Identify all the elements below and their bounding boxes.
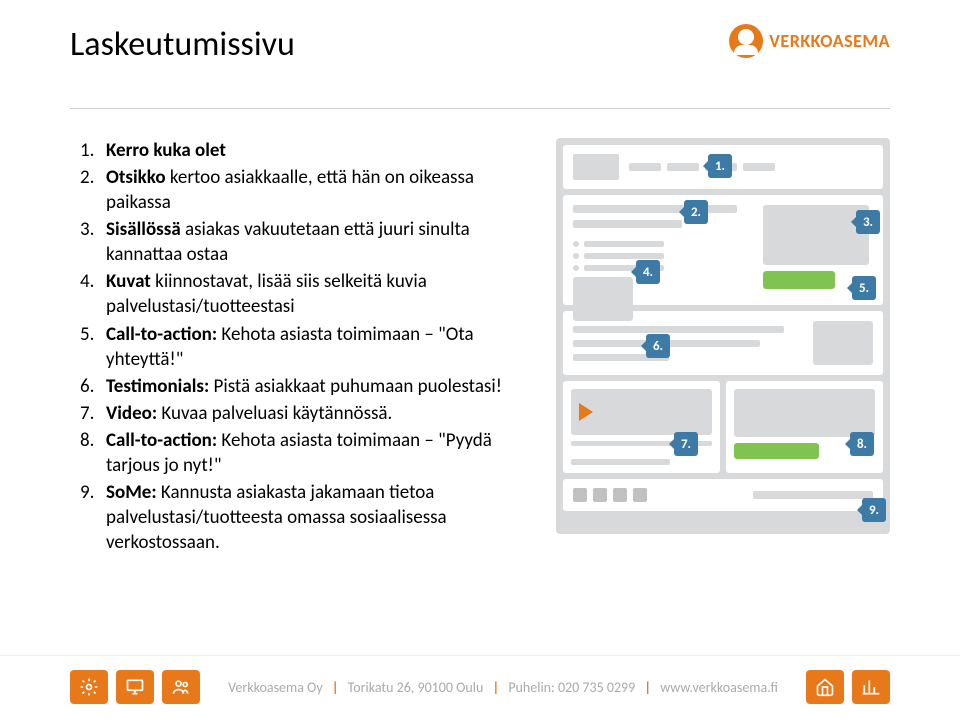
logo-icon [729,24,763,58]
list-item-text: kiinnostavat, lisää siis selkeitä kuvia … [106,270,427,318]
footer-phone-label: Puhelin: [508,679,554,696]
list-item-bold: Call-to-action: [106,323,217,346]
list-item-bold: Sisällössä [106,218,181,241]
list-item-bold: SoMe: [106,481,157,504]
list-item: Video: Kuvaa palveluasi käytännössä. [70,401,516,426]
list-item-bold: Kerro kuka olet [106,139,226,162]
footer-phone: 020 735 0299 [558,679,635,696]
wf-badge-9: 9. [862,498,886,522]
slide-footer: Verkkoasema Oy | Torikatu 26, 90100 Oulu… [0,655,960,720]
footer-company: Verkkoasema Oy [228,679,323,696]
list-item-bold: Kuvat [106,270,151,293]
list-item-bold: Testimonials: [106,375,209,398]
numbered-list: Kerro kuka olet Otsikko kertoo asiakkaall… [70,138,516,557]
list-item: Call-to-action: Kehota asiasta toimimaan… [70,428,516,478]
page-title: Laskeutumissivu [70,24,295,65]
wf-badge-5: 5. [852,276,876,300]
list-item: Otsikko kertoo asiakkaalle, että hän on … [70,165,516,215]
list-item: Kerro kuka olet [70,138,516,163]
footer-address: Torikatu 26, 90100 Oulu [348,679,484,696]
list-item: Call-to-action: Kehota asiasta toimimaan… [70,322,516,372]
list-item-text: Kannusta asiakasta jakamaan tietoa palve… [106,481,447,554]
list-item-text: Pistä asiakkaat puhumaan puolestasi! [209,375,502,398]
list-item-bold: Call-to-action: [106,429,217,452]
wf-badge-1: 1. [708,154,732,178]
list-item: Testimonials: Pistä asiakkaat puhumaan p… [70,374,516,399]
chart-icon [852,670,890,704]
list-item-bold: Video: [106,402,157,425]
screen-icon [116,670,154,704]
home-icon [806,670,844,704]
wf-badge-3: 3. [856,210,880,234]
list-item-bold: Otsikko [106,166,166,189]
wf-badge-7: 7. [674,432,698,456]
list-item: SoMe: Kannusta asiakasta jakamaan tietoa… [70,480,516,555]
brand-logo: VERKKOASEMA [729,24,890,58]
wf-badge-4: 4. [636,260,660,284]
wf-badge-2: 2. [684,200,708,224]
list-item: Sisällössä asiakas vakuutetaan että juur… [70,217,516,267]
list-item: Kuvat kiinnostavat, lisää siis selkeitä … [70,269,516,319]
title-divider [70,108,890,109]
gear-icon [70,670,108,704]
wf-badge-8: 8. [850,432,874,456]
wf-badge-6: 6. [646,334,670,358]
list-item-text: Kuvaa palveluasi käytännössä. [157,402,392,425]
brand-name: VERKKOASEMA [769,30,890,52]
users-icon [162,670,200,704]
footer-url: www.verkkoasema.fi [660,679,778,696]
wireframe-illustration: 1. 2. 3. 4. 5. 6. 7. 8. 9. [556,138,890,534]
